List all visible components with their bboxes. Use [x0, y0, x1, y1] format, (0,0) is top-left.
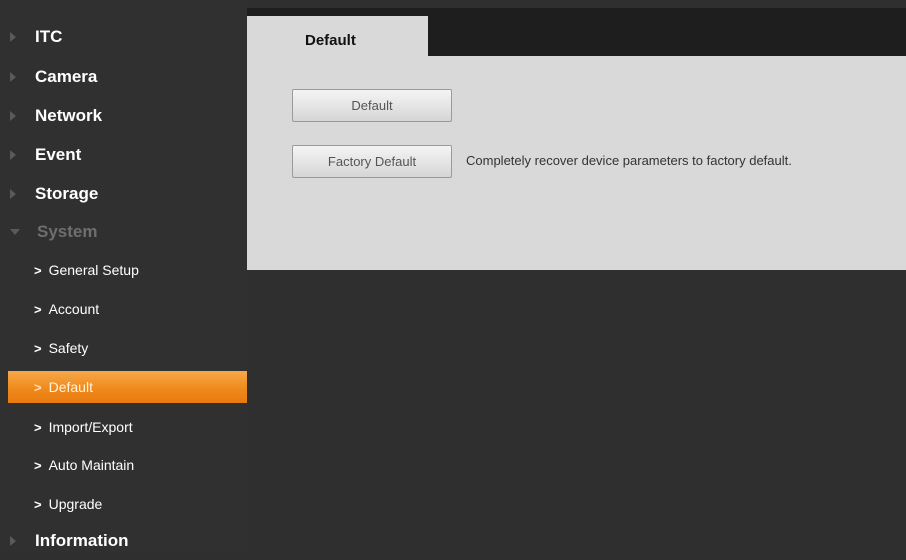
menu-event[interactable]: Event: [0, 136, 247, 174]
chevron-right-icon: >: [34, 457, 42, 473]
expand-arrow-icon: [10, 111, 16, 121]
expand-arrow-icon: [10, 536, 16, 546]
sidebar-item-label: General Setup: [48, 262, 139, 278]
sidebar-item-auto-maintain[interactable]: > Auto Maintain: [0, 446, 247, 484]
sidebar-item-account[interactable]: > Account: [0, 290, 247, 328]
chevron-right-icon: >: [34, 379, 42, 395]
sidebar-item-default[interactable]: > Default: [8, 371, 247, 403]
tab-bar: Default: [247, 8, 906, 64]
default-button[interactable]: Default: [292, 89, 452, 122]
chevron-right-icon: >: [34, 301, 42, 317]
default-settings-panel: Default Factory Default Completely recov…: [247, 56, 906, 270]
menu-storage[interactable]: Storage: [0, 175, 247, 213]
menu-network[interactable]: Network: [0, 97, 247, 135]
sidebar-item-label: Account: [48, 301, 100, 317]
menu-camera-label: Camera: [35, 67, 98, 86]
sidebar-item-label: Auto Maintain: [48, 457, 135, 473]
menu-information-label: Information: [35, 531, 129, 550]
menu-system[interactable]: System: [0, 213, 247, 251]
menu-itc[interactable]: ITC: [0, 18, 247, 56]
menu-event-label: Event: [35, 145, 82, 164]
expand-arrow-icon: [10, 72, 16, 82]
chevron-right-icon: >: [34, 262, 42, 278]
menu-itc-label: ITC: [35, 27, 63, 46]
sidebar-item-label: Safety: [48, 340, 89, 356]
chevron-right-icon: >: [34, 419, 42, 435]
collapse-arrow-icon: [10, 229, 20, 235]
menu-information[interactable]: Information: [0, 522, 247, 560]
sidebar-item-general-setup[interactable]: > General Setup: [0, 251, 247, 289]
sidebar-item-label: Import/Export: [48, 419, 133, 435]
expand-arrow-icon: [10, 32, 16, 42]
chevron-right-icon: >: [34, 340, 42, 356]
sidebar-item-label: Upgrade: [48, 496, 103, 512]
expand-arrow-icon: [10, 150, 16, 160]
sidebar-item-upgrade[interactable]: > Upgrade: [0, 485, 247, 523]
menu-network-label: Network: [35, 106, 103, 125]
factory-default-description: Completely recover device parameters to …: [466, 153, 792, 168]
sidebar-item-label: Default: [48, 379, 93, 395]
expand-arrow-icon: [10, 189, 16, 199]
menu-camera[interactable]: Camera: [0, 58, 247, 96]
menu-storage-label: Storage: [35, 184, 99, 203]
sidebar-item-import-export[interactable]: > Import/Export: [0, 408, 247, 446]
sidebar: ITC Camera Network Event Storage System …: [0, 0, 247, 552]
menu-system-label: System: [37, 222, 98, 241]
sidebar-item-safety[interactable]: > Safety: [0, 329, 247, 367]
chevron-right-icon: >: [34, 496, 42, 512]
factory-default-button[interactable]: Factory Default: [292, 145, 452, 178]
